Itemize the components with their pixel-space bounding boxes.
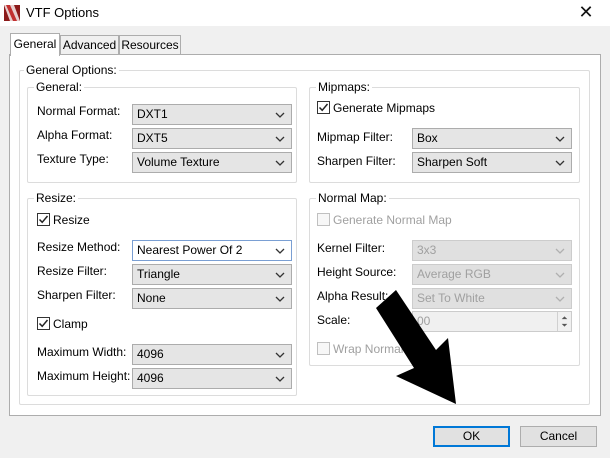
- texture-type-value: Volume Texture: [137, 155, 220, 169]
- mipmap-sharpen-filter-select[interactable]: Sharpen Soft: [412, 152, 572, 173]
- normal-format-value: DXT1: [137, 107, 168, 121]
- resize-filter-label: Resize Filter:: [37, 264, 108, 278]
- resize-filter-select[interactable]: Triangle: [132, 264, 292, 285]
- height-source-select[interactable]: Average RGB: [412, 264, 572, 285]
- alpha-result-select[interactable]: Set To White: [412, 288, 572, 309]
- generate-mipmaps-label[interactable]: Generate Mipmaps: [333, 101, 435, 115]
- height-source-label: Height Source:: [317, 265, 397, 279]
- chevron-down-icon: [555, 136, 565, 142]
- general-options-label: General Options:: [24, 63, 119, 77]
- checkmark-icon: [318, 103, 329, 112]
- generate-normal-map-label: Generate Normal Map: [333, 213, 452, 227]
- resize-sharpen-filter-label: Sharpen Filter:: [37, 288, 116, 302]
- chevron-down-icon: [555, 160, 565, 166]
- kernel-filter-value: 3x3: [417, 243, 437, 257]
- alpha-result-value: Set To White: [417, 291, 485, 305]
- chevron-down-icon: [555, 248, 565, 254]
- tab-general[interactable]: General: [10, 33, 60, 56]
- chevron-down-icon: [275, 248, 285, 254]
- cancel-button[interactable]: Cancel: [520, 426, 597, 447]
- kernel-filter-label: Kernel Filter:: [317, 241, 386, 255]
- resize-sharpen-filter-value: None: [137, 291, 166, 305]
- scale-input[interactable]: 00: [412, 311, 572, 332]
- wrap-normal-map-checkbox[interactable]: [317, 342, 330, 355]
- title-bar: VTF Options ✕: [0, 0, 610, 26]
- normal-format-label: Normal Format:: [37, 104, 121, 118]
- tab-resources[interactable]: Resources: [119, 35, 181, 55]
- resize-method-select[interactable]: Nearest Power Of 2: [132, 240, 292, 261]
- tab-advanced[interactable]: Advanced: [60, 35, 119, 55]
- spin-arrows-icon[interactable]: [557, 312, 571, 331]
- resize-group-label: Resize:: [34, 191, 79, 205]
- checkmark-icon: [38, 215, 49, 224]
- mipmap-filter-select[interactable]: Box: [412, 128, 572, 149]
- scale-label: Scale:: [317, 313, 351, 327]
- kernel-filter-select[interactable]: 3x3: [412, 240, 572, 261]
- general-group-label: General:: [34, 80, 85, 94]
- chevron-down-icon: [555, 296, 565, 302]
- clamp-label[interactable]: Clamp: [53, 317, 88, 331]
- resize-checkbox[interactable]: [37, 213, 50, 226]
- generate-mipmaps-checkbox[interactable]: [317, 101, 330, 114]
- texture-type-select[interactable]: Volume Texture: [132, 152, 292, 173]
- mipmaps-group-label: Mipmaps:: [316, 80, 373, 94]
- alpha-result-label: Alpha Result:: [317, 289, 389, 303]
- resize-method-label: Resize Method:: [37, 240, 121, 254]
- window-title: VTF Options: [26, 5, 99, 20]
- chevron-down-icon: [275, 376, 285, 382]
- vtf-app-icon: [4, 5, 20, 21]
- maximum-height-select[interactable]: 4096: [132, 368, 292, 389]
- chevron-down-icon: [275, 272, 285, 278]
- ok-button[interactable]: OK: [433, 426, 510, 447]
- texture-type-label: Texture Type:: [37, 152, 109, 166]
- close-icon[interactable]: ✕: [572, 1, 600, 25]
- maximum-height-value: 4096: [137, 371, 164, 385]
- resize-sharpen-filter-select[interactable]: None: [132, 288, 292, 309]
- maximum-height-label: Maximum Height:: [37, 369, 131, 383]
- wrap-normal-map-label: Wrap Normal M: [333, 342, 417, 356]
- mipmap-filter-value: Box: [417, 131, 438, 145]
- maximum-width-label: Maximum Width:: [37, 345, 127, 359]
- maximum-width-select[interactable]: 4096: [132, 344, 292, 365]
- generate-normal-map-checkbox[interactable]: [317, 213, 330, 226]
- chevron-down-icon: [275, 136, 285, 142]
- alpha-format-value: DXT5: [137, 131, 168, 145]
- mipmap-filter-label: Mipmap Filter:: [317, 130, 394, 144]
- checkmark-icon: [38, 319, 49, 328]
- normal-format-select[interactable]: DXT1: [132, 104, 292, 125]
- height-source-value: Average RGB: [417, 267, 491, 281]
- tab-panel-general: General Options: General: Normal Format:…: [9, 54, 601, 416]
- alpha-format-select[interactable]: DXT5: [132, 128, 292, 149]
- clamp-checkbox[interactable]: [37, 317, 50, 330]
- chevron-down-icon: [555, 272, 565, 278]
- resize-method-value: Nearest Power Of 2: [137, 243, 243, 257]
- normal-map-group-label: Normal Map:: [316, 191, 389, 205]
- chevron-down-icon: [275, 352, 285, 358]
- resize-filter-value: Triangle: [137, 267, 180, 281]
- alpha-format-label: Alpha Format:: [37, 128, 113, 142]
- resize-checkbox-label[interactable]: Resize: [53, 213, 90, 227]
- maximum-width-value: 4096: [137, 347, 164, 361]
- chevron-down-icon: [275, 296, 285, 302]
- scale-value: 00: [417, 314, 431, 328]
- mipmap-sharpen-filter-label: Sharpen Filter:: [317, 154, 396, 168]
- mipmap-sharpen-filter-value: Sharpen Soft: [417, 155, 488, 169]
- chevron-down-icon: [275, 160, 285, 166]
- chevron-down-icon: [275, 112, 285, 118]
